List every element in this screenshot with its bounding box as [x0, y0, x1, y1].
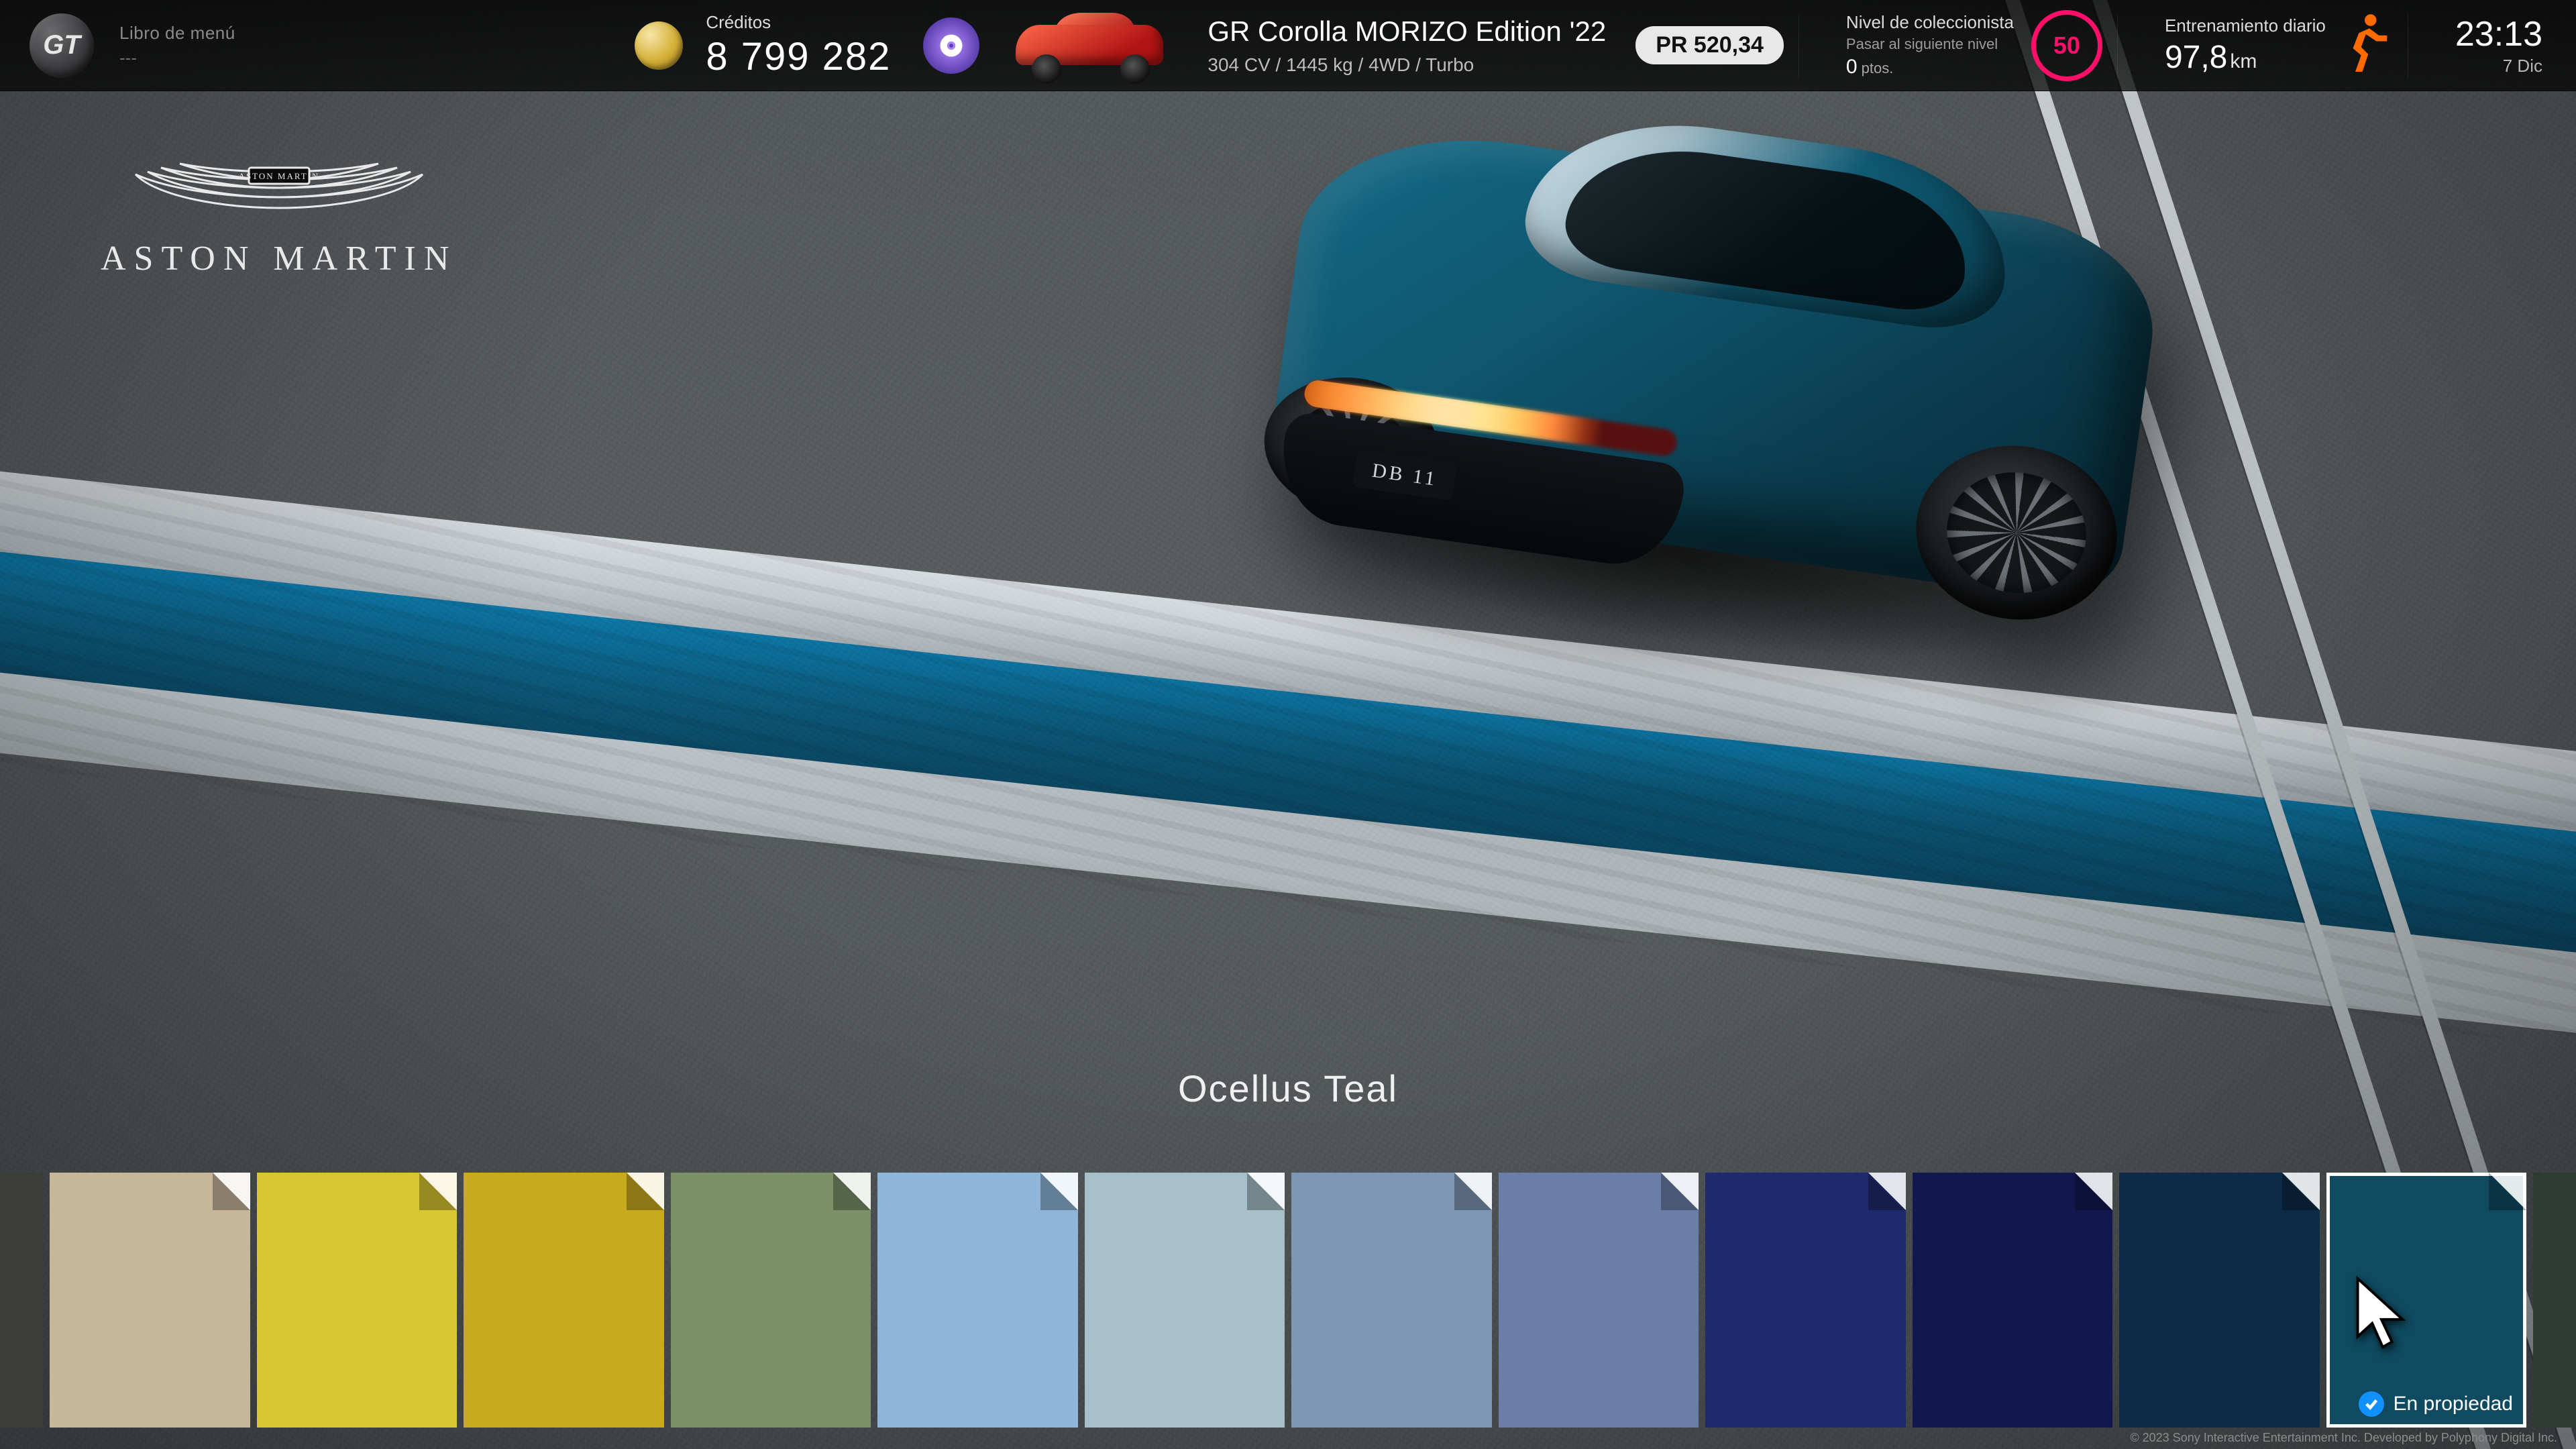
metallic-fold-icon — [1247, 1173, 1285, 1210]
daily-workout[interactable]: Entrenamiento diario 97,8km — [2165, 15, 2326, 76]
credits-display[interactable]: Créditos 8 799 282 — [706, 12, 891, 79]
selected-color-name: Ocellus Teal — [0, 1067, 2576, 1110]
daily-value: 97,8km — [2165, 39, 2326, 76]
metallic-fold-icon — [2282, 1173, 2320, 1210]
collector-level-ring: 50 — [2031, 10, 2102, 81]
clock: 23:13 7 Dic — [2455, 14, 2542, 76]
metallic-fold-icon — [1040, 1173, 1078, 1210]
gt-logo-icon[interactable]: GT — [30, 13, 94, 78]
owned-badge: En propiedad — [2359, 1391, 2513, 1417]
credits-label: Créditos — [706, 12, 891, 33]
garage-car-info[interactable]: GR Corolla MORIZO Edition '22 304 CV / 1… — [1208, 15, 1606, 76]
color-swatch[interactable] — [2533, 1173, 2576, 1428]
color-swatch-strip: En propiedad — [0, 1173, 2576, 1428]
color-swatch[interactable] — [671, 1173, 871, 1428]
collector-sub: Pasar al siguiente nivel — [1846, 36, 2014, 53]
credits-icon — [635, 21, 683, 70]
garage-car-icon[interactable] — [1008, 9, 1182, 83]
menu-book-value: --- — [119, 48, 235, 68]
music-icon[interactable] — [923, 17, 979, 74]
collector-level[interactable]: Nivel de coleccionista Pasar al siguient… — [1846, 12, 2014, 78]
runner-icon — [2346, 13, 2393, 78]
cursor-icon — [2352, 1276, 2406, 1353]
brand-name: ASTON MARTIN — [101, 239, 457, 278]
garage-car-spec: 304 CV / 1445 kg / 4WD / Turbo — [1208, 54, 1606, 76]
metallic-fold-icon — [419, 1173, 457, 1210]
aston-martin-wings-icon: ASTON MARTIN — [131, 148, 427, 228]
clock-time: 23:13 — [2455, 14, 2542, 54]
menu-book-button[interactable]: Libro de menú --- — [119, 23, 235, 68]
daily-label: Entrenamiento diario — [2165, 15, 2326, 36]
check-icon — [2359, 1391, 2384, 1417]
clock-date: 7 Dic — [2455, 56, 2542, 76]
menu-book-label: Libro de menú — [119, 23, 235, 44]
brand-badge: ASTON MARTIN ASTON MARTIN — [101, 148, 457, 278]
color-swatch[interactable] — [1085, 1173, 1285, 1428]
color-swatch[interactable] — [464, 1173, 664, 1428]
svg-text:ASTON MARTIN: ASTON MARTIN — [238, 171, 319, 181]
pp-badge: PR 520,34 — [1635, 26, 1784, 64]
color-swatch[interactable] — [1291, 1173, 1492, 1428]
collector-points: 0ptos. — [1846, 56, 2014, 78]
color-swatch[interactable] — [877, 1173, 1078, 1428]
credits-value: 8 799 282 — [706, 34, 891, 79]
garage-car-name: GR Corolla MORIZO Edition '22 — [1208, 15, 1606, 48]
color-swatch[interactable] — [2119, 1173, 2320, 1428]
color-swatch[interactable] — [50, 1173, 250, 1428]
metallic-fold-icon — [1868, 1173, 1906, 1210]
metallic-fold-icon — [1661, 1173, 1699, 1210]
metallic-fold-icon — [833, 1173, 871, 1210]
metallic-fold-icon — [627, 1173, 664, 1210]
metallic-fold-icon — [2489, 1173, 2526, 1210]
metallic-fold-icon — [1454, 1173, 1492, 1210]
metallic-fold-icon — [213, 1173, 250, 1210]
color-swatch[interactable] — [257, 1173, 458, 1428]
metallic-fold-icon — [2075, 1173, 2112, 1210]
owned-label: En propiedad — [2394, 1393, 2513, 1415]
color-swatch[interactable] — [1705, 1173, 1906, 1428]
copyright-text: © 2023 Sony Interactive Entertainment In… — [2130, 1431, 2557, 1445]
top-bar: GT Libro de menú --- Créditos 8 799 282 … — [0, 0, 2576, 91]
color-swatch[interactable] — [1913, 1173, 2113, 1428]
color-swatch[interactable] — [0, 1173, 43, 1428]
color-swatch[interactable] — [1499, 1173, 1699, 1428]
collector-label: Nivel de coleccionista — [1846, 12, 2014, 33]
